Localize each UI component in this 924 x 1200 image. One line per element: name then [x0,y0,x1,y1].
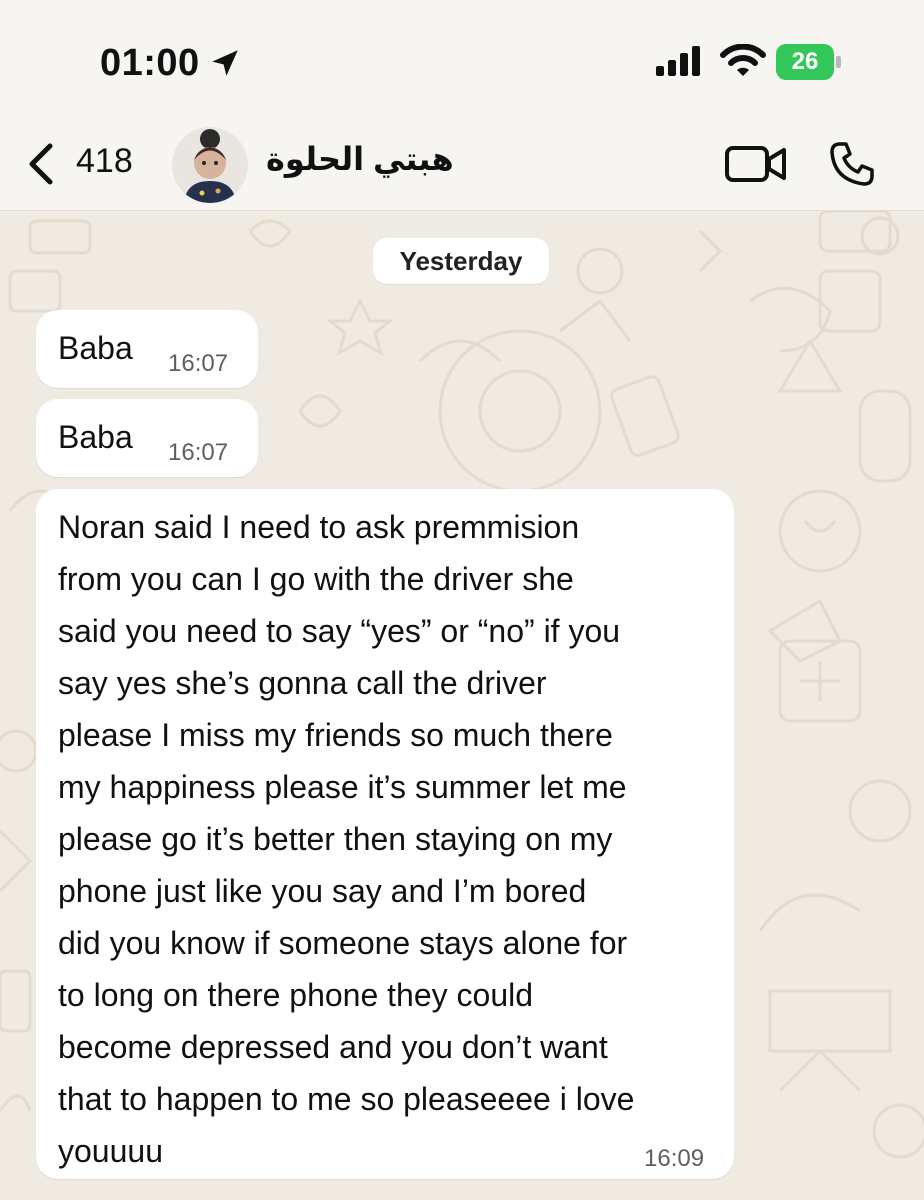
date-chip: Yesterday [373,238,549,284]
message-bubble[interactable]: Baba 16:07 [36,310,258,388]
wifi-icon [720,44,766,76]
chat-area: Yesterday Baba 16:07 Baba 16:07 Noran sa… [0,211,924,1200]
contact-name[interactable]: هبتي الحلوة [266,140,454,178]
battery-level: 26 [791,48,819,75]
status-bar: 01:00 26 [0,0,924,120]
message-text: Noran said I need to ask premmision from… [58,509,635,1169]
back-unread-count[interactable]: 418 [76,142,133,181]
message-bubble[interactable]: Baba 16:07 [36,399,258,477]
message-time: 16:09 [644,1145,705,1172]
message-time: 16:07 [168,439,229,466]
status-time: 01:00 [100,42,200,84]
battery-charging-icon: 26 [776,44,842,80]
message-text: Baba [58,330,133,366]
avatar[interactable] [172,127,248,203]
phone-call-icon[interactable] [828,140,876,188]
video-call-icon[interactable] [724,142,788,186]
chevron-left-icon[interactable] [26,142,56,186]
cellular-signal-icon [656,46,700,76]
message-bubble[interactable]: Noran said I need to ask premmision from… [36,489,734,1179]
location-arrow-icon [212,50,238,76]
message-time: 16:07 [168,350,229,377]
message-text: Baba [58,419,133,455]
chat-header: 418 هبتي الحلوة [0,120,924,211]
